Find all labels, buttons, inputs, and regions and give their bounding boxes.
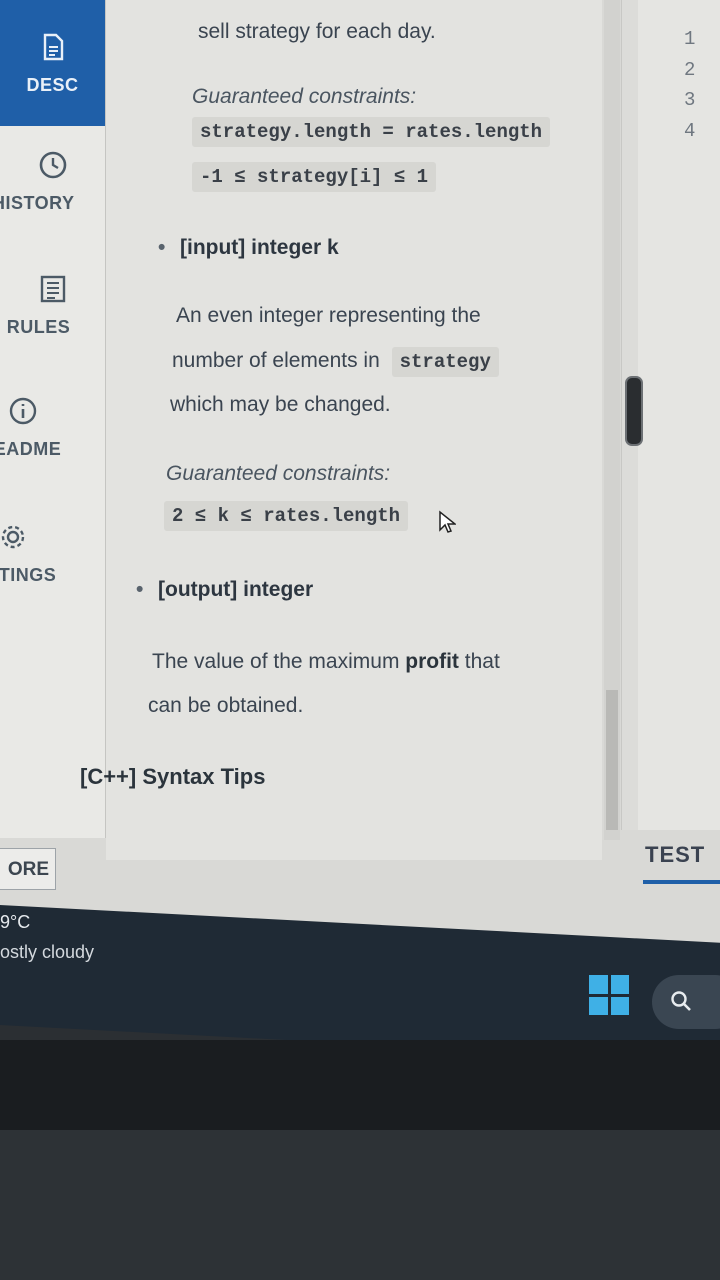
- constraint-code: strategy.length = rates.length: [192, 117, 551, 147]
- gear-icon: [0, 522, 28, 552]
- weather-description[interactable]: ostly cloudy: [0, 942, 94, 963]
- line-number: 1: [684, 28, 696, 50]
- search-icon: [670, 990, 691, 1011]
- windows-start-icon[interactable]: [589, 975, 629, 1015]
- tab-tests[interactable]: TEST: [645, 842, 705, 868]
- scrollbar-indicator: [606, 690, 618, 830]
- constraints-heading: Guaranteed constraints:: [166, 462, 391, 485]
- constraints-heading: Guaranteed constraints:: [192, 85, 417, 108]
- laptop-body: [0, 1130, 720, 1280]
- screen: DESC HISTORY RULES EADME TINGS sell stra…: [0, 0, 720, 980]
- constraint-code: -1 ≤ strategy[i] ≤ 1: [192, 162, 437, 192]
- sidebar-item-label: DESC: [26, 75, 79, 95]
- sidebar-item-settings[interactable]: TINGS: [0, 522, 105, 602]
- sidebar-item-rules[interactable]: RULES: [0, 274, 105, 354]
- description-pane: sell strategy for each day. Guaranteed c…: [80, 0, 602, 860]
- sidebar-item-label: EADME: [0, 439, 62, 459]
- list-icon: [38, 274, 68, 304]
- left-sidebar: DESC HISTORY RULES EADME TINGS: [0, 0, 106, 838]
- output-description: The value of the maximum profit that: [152, 650, 500, 673]
- sidebar-item-desc[interactable]: DESC: [0, 0, 105, 126]
- output-label: [output] integer: [136, 578, 313, 602]
- tab-active-indicator: [643, 880, 720, 884]
- input-k-description: which may be changed.: [170, 393, 391, 416]
- pane-resize-handle[interactable]: [625, 376, 643, 446]
- mouse-cursor-icon: [438, 510, 458, 539]
- constraint-code: 2 ≤ k ≤ rates.length: [164, 501, 409, 531]
- input-k-description: number of elements in strategy: [172, 347, 499, 377]
- input-k-label: [input] integer k: [158, 236, 339, 260]
- info-icon: [8, 396, 38, 426]
- weather-temperature[interactable]: 9°C: [0, 912, 30, 933]
- sidebar-item-label: RULES: [6, 317, 71, 337]
- line-number: 2: [684, 59, 696, 81]
- syntax-tips-link[interactable]: [C++] Syntax Tips: [80, 764, 265, 790]
- output-description: can be obtained.: [148, 694, 304, 717]
- sidebar-item-readme[interactable]: EADME: [0, 396, 105, 476]
- more-button[interactable]: ORE: [0, 848, 56, 890]
- sidebar-item-label: TINGS: [0, 565, 57, 585]
- sidebar-item-history[interactable]: HISTORY: [0, 150, 105, 230]
- line-number: 3: [684, 89, 696, 111]
- document-icon: [38, 32, 68, 62]
- line-number: 4: [684, 120, 696, 142]
- input-k-description: An even integer representing the: [176, 304, 481, 327]
- description-intro: sell strategy for each day.: [198, 20, 436, 43]
- sidebar-item-label: HISTORY: [0, 193, 75, 213]
- clock-icon: [38, 150, 68, 180]
